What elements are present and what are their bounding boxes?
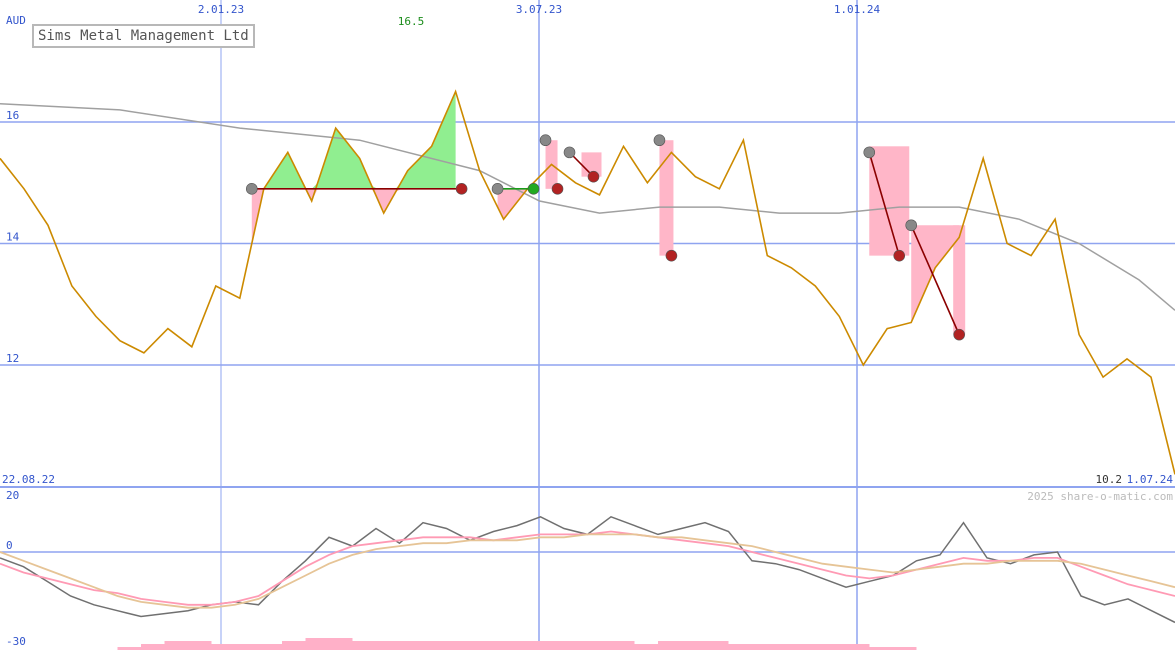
volume-bar [705,641,729,650]
volume-bar [423,641,447,650]
volume-bar [493,641,517,650]
volume-bar [211,644,235,650]
end-date-label: 1.07.24 [1127,473,1174,486]
exit-marker-2 [527,183,540,195]
entry-marker-5 [653,134,666,147]
y-tick-label-14: 14 [6,231,20,244]
volume-bar [376,641,400,650]
osc-tick-label--30: -30 [6,635,26,648]
x-date-label-1: 3.07.23 [516,3,562,16]
volume-bar [446,641,470,650]
volume-bar [634,644,658,650]
volume-bar [728,644,752,650]
entry-marker-4 [563,146,576,159]
chart-canvas: AUD 12 14 16 2.01.23 3.07.23 1.01.24 16.5 22.08.… [0,0,1175,650]
volume-bar [164,641,188,650]
volume-bar [775,644,799,650]
peak-price-label: 16.5 [398,15,425,28]
volume-bar [587,641,611,650]
osc-tick-label-0: 0 [6,539,13,552]
chart-title: Sims Metal Management Ltd [32,24,255,48]
volume-bar [846,644,870,650]
entry-marker-1 [245,183,258,195]
y-axis-unit-label: AUD [6,14,26,27]
watermark-text: 2025 share-o-matic.com [1027,490,1173,503]
exit-marker-4 [587,170,600,183]
exit-marker-1 [455,183,468,195]
volume-bar [658,641,682,650]
entry-marker-6 [863,146,876,159]
chart-root: AUD 12 14 16 2.01.23 3.07.23 1.01.24 16.5 22.08.… [0,0,1175,650]
volume-bar [235,644,259,650]
volume-bar [540,641,564,650]
volume-bar [141,644,165,650]
volume-bar [681,641,705,650]
exit-marker-5 [665,249,678,262]
x-date-label-0: 2.01.23 [198,3,244,16]
x-date-label-2: 1.01.24 [834,3,881,16]
volume-bar [564,641,588,650]
y-tick-label-12: 12 [6,352,19,365]
oscillator-panel-bg [0,488,1175,650]
entry-marker-7 [905,219,918,232]
volume-bar [305,638,329,650]
volume-bar [517,641,541,650]
start-date-label: 22.08.22 [2,473,55,486]
volume-bar [258,644,282,650]
exit-marker-3 [551,183,564,195]
end-price-label: 10.2 [1096,473,1123,486]
exit-marker-6 [893,249,906,262]
entry-marker-3 [539,134,552,147]
y-tick-label-16: 16 [6,109,19,122]
volume-bar [470,641,494,650]
volume-bar [799,644,823,650]
volume-bar [399,641,423,650]
exit-marker-7 [953,328,965,341]
volume-bar [822,644,846,650]
volume-bar [752,644,776,650]
entry-marker-2 [491,183,504,195]
volume-bar [329,638,353,650]
volume-bar [282,641,306,650]
volume-bar [352,641,376,650]
volume-bar [188,641,212,650]
osc-tick-label-20: 20 [6,489,19,502]
volume-bar [611,641,635,650]
trade-loss-bar-4 [869,146,910,256]
